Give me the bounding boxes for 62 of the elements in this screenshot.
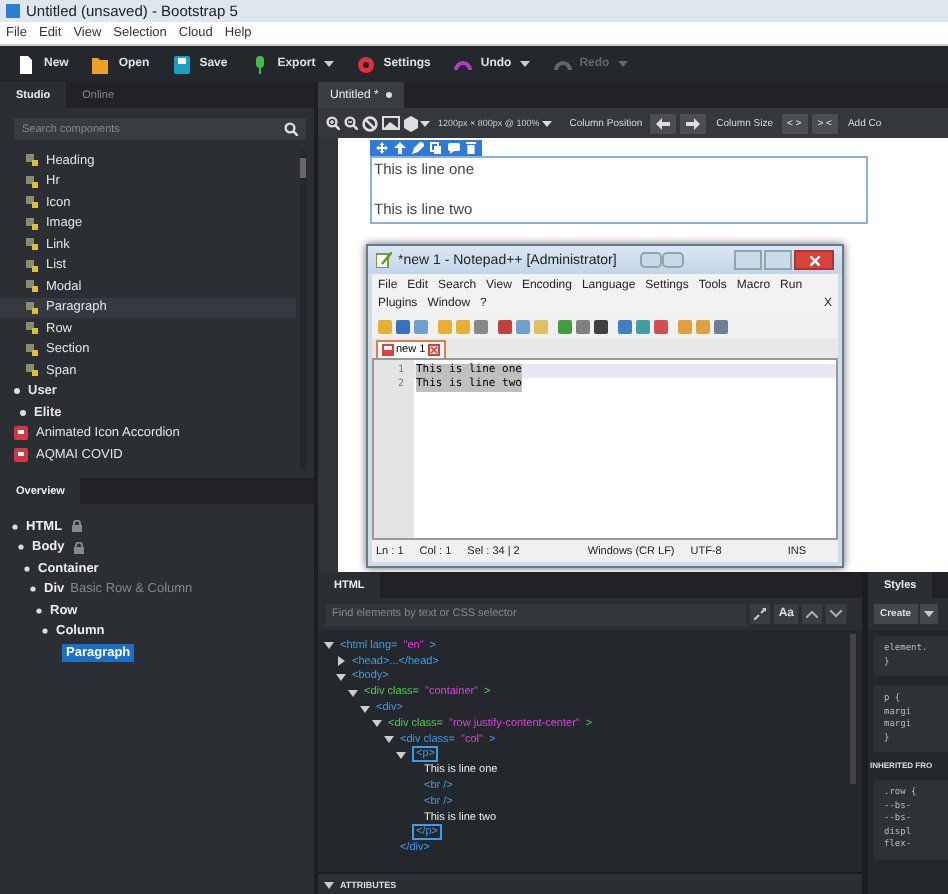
redo-icon [553, 55, 572, 73]
zoom-in-icon[interactable] [326, 116, 340, 130]
arrow-button[interactable] [650, 113, 677, 133]
bullet-icon [12, 523, 18, 530]
bullet-icon [20, 409, 26, 416]
move-icon[interactable] [376, 142, 388, 154]
image-icon[interactable] [382, 116, 400, 130]
left-arrow-icon [656, 117, 671, 129]
arrow-button[interactable] [680, 113, 707, 133]
collapse-triangle-icon[interactable] [324, 640, 334, 651]
diagonal-arrow-icon [754, 608, 767, 620]
chevron-down-icon [830, 610, 842, 618]
bullet-icon [14, 388, 20, 395]
copy-icon[interactable] [430, 142, 442, 154]
expand-button[interactable] [750, 604, 771, 624]
close-button[interactable] [794, 250, 834, 270]
collapse-triangle-icon[interactable] [384, 734, 394, 745]
trash-icon[interactable] [466, 142, 476, 154]
lock-icon [72, 520, 83, 533]
bullet-icon [18, 544, 24, 551]
folder-icon [92, 55, 111, 73]
cube-icon [404, 115, 418, 131]
collapse-triangle-icon[interactable] [360, 703, 370, 714]
bullet-icon [30, 586, 36, 593]
next-button[interactable] [826, 604, 846, 624]
bullet-icon [24, 565, 30, 572]
bullet-icon [42, 628, 48, 635]
right-arrow-icon [686, 117, 701, 129]
close-icon[interactable] [386, 92, 393, 98]
caret-icon [923, 610, 934, 618]
pencil-icon[interactable] [412, 142, 424, 154]
cube-dropdown[interactable] [404, 115, 430, 131]
caret-icon [541, 119, 552, 127]
collapse-triangle-icon[interactable] [324, 879, 334, 889]
package-icon [14, 447, 28, 462]
caret-icon [617, 60, 628, 68]
arrow-up-icon[interactable] [394, 142, 406, 154]
ban-icon[interactable] [362, 115, 378, 131]
app-icon [6, 4, 20, 18]
expand-triangle-icon[interactable] [336, 656, 346, 667]
previous-button[interactable] [802, 604, 822, 624]
chevron-up-icon [806, 610, 818, 618]
close-icon [809, 255, 819, 265]
lock-icon [74, 541, 85, 554]
gear-icon [357, 55, 376, 73]
collapse-triangle-icon[interactable] [396, 749, 406, 760]
notepad-icon [376, 252, 392, 268]
page-icon [18, 55, 36, 73]
collapse-triangle-icon[interactable] [372, 718, 382, 729]
undo-icon [454, 55, 473, 73]
caret-icon [323, 60, 334, 68]
caret-icon [420, 119, 430, 127]
zoom-out-icon[interactable] [344, 116, 358, 130]
microphone-icon [251, 55, 270, 73]
bullet-icon [36, 607, 42, 614]
collapse-triangle-icon[interactable] [348, 687, 358, 698]
caret-icon [519, 60, 530, 68]
package-icon [14, 426, 28, 441]
close-icon[interactable] [427, 344, 440, 356]
comment-icon[interactable] [448, 142, 460, 154]
collapse-triangle-icon[interactable] [336, 671, 346, 682]
dropdown-button[interactable] [919, 604, 938, 624]
